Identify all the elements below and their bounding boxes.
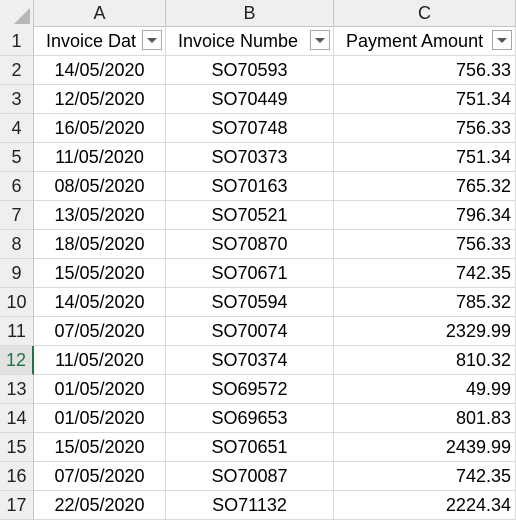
filter-dropdown-button[interactable] [142,30,162,50]
row-header-3[interactable]: 3 [0,85,34,114]
payment-amount-cell[interactable]: 765.32 [334,172,516,201]
invoice-number-cell[interactable]: SO70374 [166,346,334,375]
payment-amount-cell[interactable]: 2439.99 [334,433,516,462]
invoice-date-cell[interactable]: 11/05/2020 [34,143,166,172]
invoice-number-cell[interactable]: SO71132 [166,491,334,520]
row-header-16[interactable]: 16 [0,462,34,491]
invoice-date-cell[interactable]: 08/05/2020 [34,172,166,201]
invoice-number-cell[interactable]: SO70594 [166,288,334,317]
invoice-number-cell[interactable]: SO70087 [166,462,334,491]
row-header-15[interactable]: 15 [0,433,34,462]
payment-amount-cell[interactable]: 756.33 [334,230,516,259]
column-header-c[interactable]: C [334,0,516,27]
payment-amount-cell[interactable]: 742.35 [334,259,516,288]
invoice-number-cell[interactable]: SO69653 [166,404,334,433]
select-all-corner[interactable] [0,0,34,27]
invoice-date-cell[interactable]: 16/05/2020 [34,114,166,143]
invoice-number-cell[interactable]: SO70521 [166,201,334,230]
invoice-number-cell[interactable]: SO70651 [166,433,334,462]
payment-amount-cell[interactable]: 810.32 [334,346,516,375]
table-header-invoice-number[interactable]: Invoice Numbe [166,27,334,56]
table-header-payment-amount[interactable]: Payment Amount [334,27,516,56]
row-header-13[interactable]: 13 [0,375,34,404]
invoice-date-cell[interactable]: 15/05/2020 [34,433,166,462]
invoice-date-cell[interactable]: 07/05/2020 [34,462,166,491]
payment-amount-cell[interactable]: 49.99 [334,375,516,404]
row-header-8[interactable]: 8 [0,230,34,259]
payment-amount-cell[interactable]: 751.34 [334,143,516,172]
invoice-date-cell[interactable]: 15/05/2020 [34,259,166,288]
invoice-date-cell[interactable]: 11/05/2020 [34,346,166,375]
chevron-down-icon [147,38,157,43]
row-header-2[interactable]: 2 [0,56,34,85]
table-header-invoice-date[interactable]: Invoice Dat [34,27,166,56]
payment-amount-cell[interactable]: 785.32 [334,288,516,317]
row-header-14[interactable]: 14 [0,404,34,433]
payment-amount-cell[interactable]: 756.33 [334,56,516,85]
invoice-date-cell[interactable]: 22/05/2020 [34,491,166,520]
row-header-17[interactable]: 17 [0,491,34,520]
row-header-11[interactable]: 11 [0,317,34,346]
invoice-number-cell[interactable]: SO70449 [166,85,334,114]
table-header-label: Invoice Dat [46,31,137,51]
row-header-7[interactable]: 7 [0,201,34,230]
row-header-6[interactable]: 6 [0,172,34,201]
row-header-10[interactable]: 10 [0,288,34,317]
payment-amount-cell[interactable]: 801.83 [334,404,516,433]
payment-amount-cell[interactable]: 796.34 [334,201,516,230]
row-header-9[interactable]: 9 [0,259,34,288]
select-all-triangle-icon[interactable] [14,8,30,24]
table-header-label: Invoice Numbe [178,31,299,51]
row-header-12[interactable]: 12 [0,346,34,375]
column-header-a[interactable]: A [34,0,166,27]
spreadsheet-grid: ABC 1 Invoice Dat Invoice Numbe Payment Amo… [0,0,516,520]
invoice-date-cell[interactable]: 07/05/2020 [34,317,166,346]
chevron-down-icon [315,38,325,43]
chevron-down-icon [497,38,507,43]
payment-amount-cell[interactable]: 756.33 [334,114,516,143]
invoice-date-cell[interactable]: 14/05/2020 [34,56,166,85]
invoice-date-cell[interactable]: 18/05/2020 [34,230,166,259]
invoice-number-cell[interactable]: SO70748 [166,114,334,143]
invoice-number-cell[interactable]: SO69572 [166,375,334,404]
row-header-1[interactable]: 1 [0,27,34,56]
payment-amount-cell[interactable]: 2224.34 [334,491,516,520]
invoice-date-cell[interactable]: 01/05/2020 [34,375,166,404]
filter-dropdown-button[interactable] [310,30,330,50]
invoice-number-cell[interactable]: SO70593 [166,56,334,85]
payment-amount-cell[interactable]: 742.35 [334,462,516,491]
column-header-row: ABC [0,0,516,27]
invoice-date-cell[interactable]: 12/05/2020 [34,85,166,114]
invoice-number-cell[interactable]: SO70870 [166,230,334,259]
filter-dropdown-button[interactable] [492,30,512,50]
invoice-date-cell[interactable]: 01/05/2020 [34,404,166,433]
invoice-number-cell[interactable]: SO70163 [166,172,334,201]
invoice-number-cell[interactable]: SO70671 [166,259,334,288]
row-header-5[interactable]: 5 [0,143,34,172]
invoice-number-cell[interactable]: SO70074 [166,317,334,346]
column-header-b[interactable]: B [166,0,334,27]
invoice-number-cell[interactable]: SO70373 [166,143,334,172]
payment-amount-cell[interactable]: 2329.99 [334,317,516,346]
invoice-date-cell[interactable]: 14/05/2020 [34,288,166,317]
payment-amount-cell[interactable]: 751.34 [334,85,516,114]
table-header-label: Payment Amount [346,31,484,51]
row-header-4[interactable]: 4 [0,114,34,143]
invoice-date-cell[interactable]: 13/05/2020 [34,201,166,230]
